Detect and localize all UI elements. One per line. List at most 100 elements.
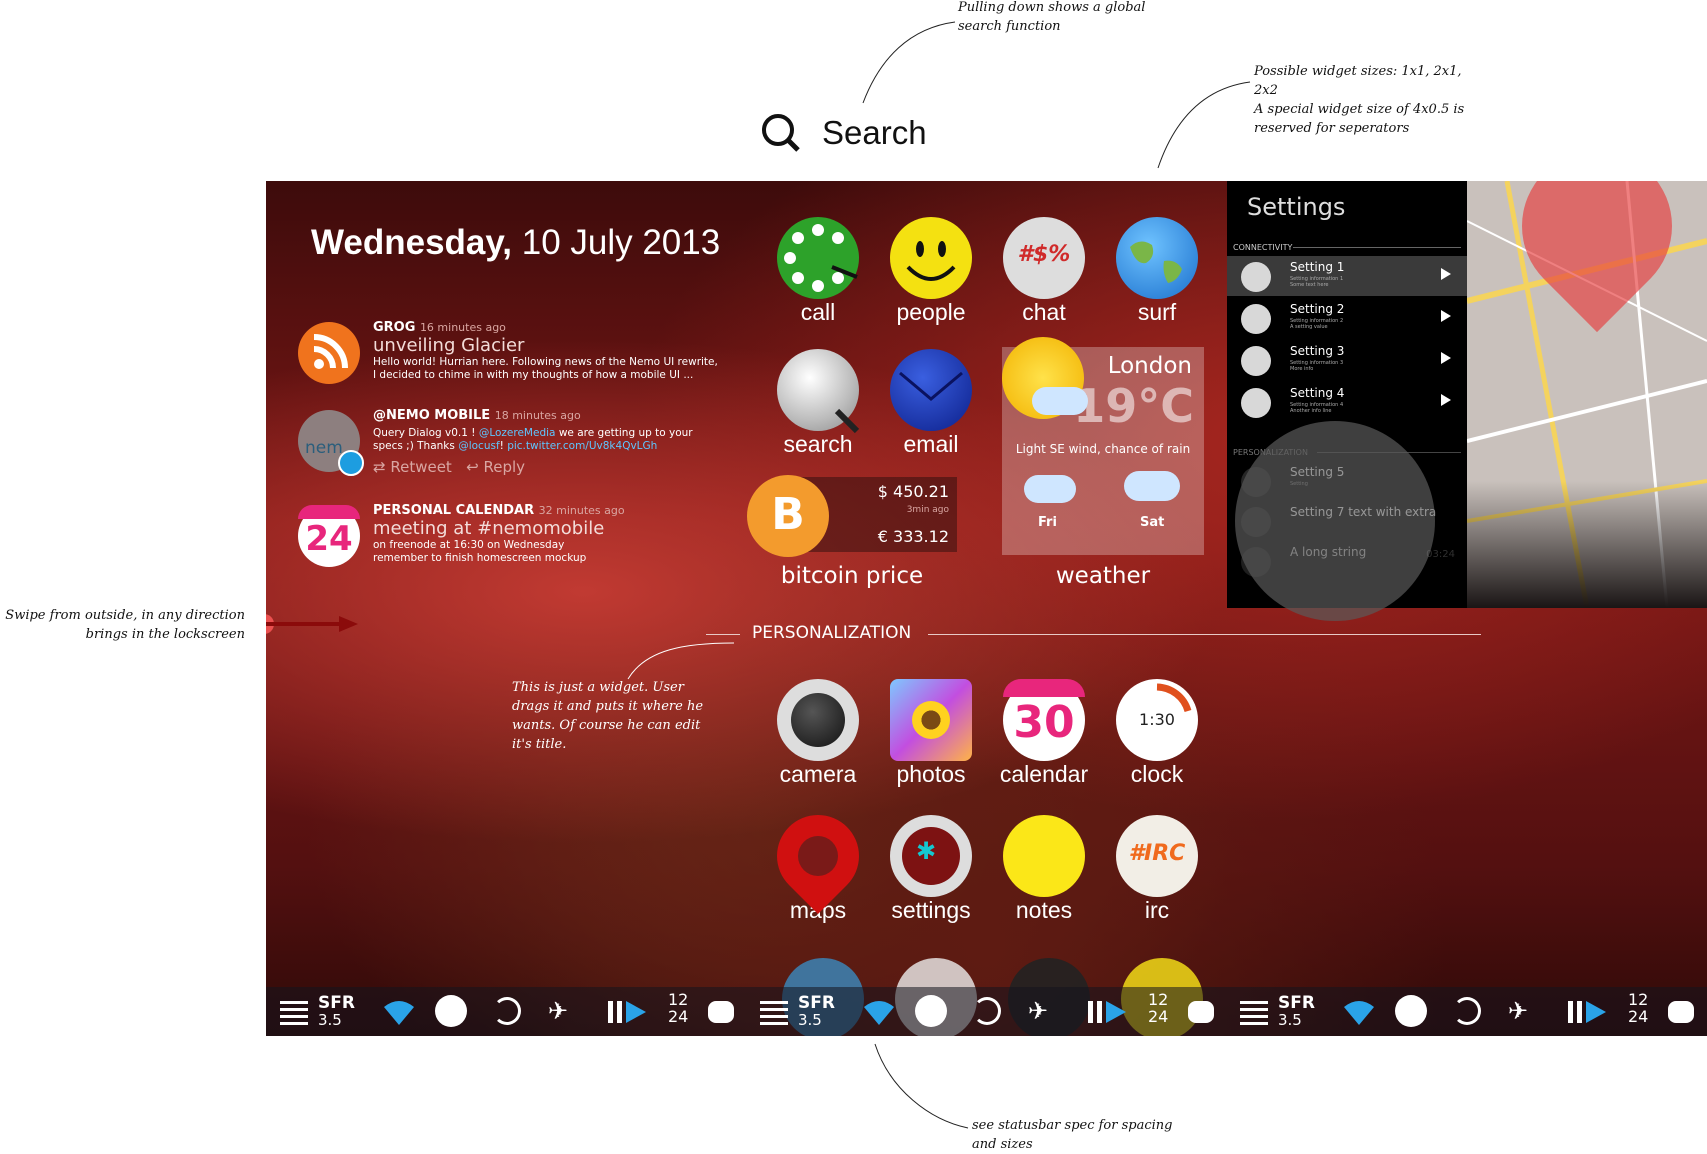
app-label: call <box>800 299 836 325</box>
app-label: chat <box>1022 299 1066 325</box>
swipe-arrow-icon <box>266 616 358 632</box>
nfc-icon[interactable] <box>973 997 1001 1025</box>
app-maps[interactable]: maps <box>760 798 876 924</box>
settings-row[interactable]: Setting 4 Setting information 4 Another in… <box>1227 382 1467 422</box>
feed-item-twitter[interactable]: nem @NEMO MOBILE 18 minutes ago Query Di… <box>298 408 718 476</box>
network-type: 3.5 <box>1278 1011 1302 1029</box>
map-widget[interactable] <box>1467 181 1707 608</box>
app-people[interactable]: people <box>876 217 986 326</box>
irc-bubble-icon: #IRC <box>1116 815 1198 897</box>
forecast-day: Fri <box>1038 515 1057 530</box>
status-bar[interactable]: SFR 3.5 ✈ 1224 SFR 3.5 ✈ 1224 SFR 3.5 <box>266 987 1707 1036</box>
envelope-icon <box>890 349 972 431</box>
mention-link[interactable]: @LozereMedia <box>479 427 556 439</box>
settings-row[interactable]: Setting 5 Setting <box>1227 461 1467 501</box>
settings-row[interactable]: Setting 2 Setting information 2A setting … <box>1227 298 1467 338</box>
statusbar-annotation-pointer <box>874 1043 969 1129</box>
feed-source: PERSONAL CALENDAR <box>373 503 535 518</box>
battery-icon[interactable] <box>1668 1001 1694 1023</box>
app-email[interactable]: email <box>876 349 986 458</box>
signal-strength-icon <box>760 999 788 1029</box>
satellite-icon[interactable]: ✈ <box>1028 997 1048 1025</box>
app-photos[interactable]: photos <box>876 679 986 788</box>
status-bar-segment: SFR 3.5 ✈ 12 24 <box>746 987 1226 1036</box>
twitter-icon <box>338 450 364 476</box>
globe-icon <box>1116 217 1198 299</box>
carrier-name: SFR <box>798 993 835 1013</box>
bluetooth-icon[interactable] <box>1395 995 1427 1027</box>
rain-cloud-icon <box>1124 471 1180 501</box>
app-settings[interactable]: ✱ settings <box>876 815 986 924</box>
app-label: photos <box>896 761 966 787</box>
feed-time: 32 minutes ago <box>538 504 625 517</box>
clock-icon: 1:30 <box>1116 679 1198 761</box>
search-icon <box>762 114 800 152</box>
pic-link[interactable]: pic.twitter.com/Uv8k4QvLGh <box>507 440 657 452</box>
app-call[interactable]: call <box>763 217 873 326</box>
mention-link[interactable]: @locusf <box>458 440 499 452</box>
carrier-name: SFR <box>1278 993 1315 1013</box>
rss-icon <box>298 322 360 384</box>
app-clock[interactable]: 1:30 clock <box>1102 679 1212 788</box>
retweet-button[interactable]: ⇄ Retweet <box>373 458 452 476</box>
app-irc[interactable]: #IRC irc <box>1102 815 1212 924</box>
app-label: irc <box>1144 897 1170 923</box>
battery-icon[interactable] <box>708 1001 734 1023</box>
nfc-icon[interactable] <box>1453 997 1481 1025</box>
date-header: Wednesday, 10 July 2013 <box>311 223 721 262</box>
app-camera[interactable]: camera <box>763 679 873 788</box>
wifi-icon[interactable] <box>1342 999 1376 1029</box>
btc-updated: 3min ago <box>906 505 949 515</box>
settings-panel: Settings CONNECTIVITY Setting 1 Setting i… <box>1227 181 1467 621</box>
satellite-icon[interactable]: ✈ <box>1508 997 1528 1025</box>
app-calendar[interactable]: 30 calendar <box>989 679 1099 788</box>
weather-label: weather <box>1055 563 1151 589</box>
media-play-icon[interactable] <box>1088 999 1128 1029</box>
satellite-icon[interactable]: ✈ <box>548 997 568 1025</box>
gear-icon: ✱ <box>890 815 972 897</box>
app-notes[interactable]: notes <box>989 815 1099 924</box>
nfc-icon[interactable] <box>493 997 521 1025</box>
sticky-note-icon <box>1003 815 1085 897</box>
media-play-icon[interactable] <box>1568 999 1608 1029</box>
app-label: calendar <box>999 761 1089 787</box>
nemo-avatar: nem <box>298 410 364 476</box>
chevron-right-icon <box>1441 352 1451 364</box>
settings-row[interactable]: Setting 3 Setting information 3 More info <box>1227 340 1467 380</box>
global-search[interactable]: Search <box>760 112 927 154</box>
settings-row[interactable]: Setting 1 Setting information 1 Some text … <box>1227 256 1467 296</box>
app-search[interactable]: search <box>763 349 873 458</box>
settings-row[interactable]: A long string 03:24 <box>1227 541 1467 581</box>
widget-sizes-annotation: Possible widget sizes: 1x1, 2x1, 2x2 A s… <box>1254 64 1465 136</box>
chevron-right-icon <box>1441 268 1451 280</box>
battery-icon[interactable] <box>1188 1001 1214 1023</box>
feed-item-rss[interactable]: GROG 16 minutes ago unveiling Glacier He… <box>298 320 718 388</box>
weather-widget[interactable]: London 19°C Light SE wind, chance of rai… <box>1002 337 1204 555</box>
bluetooth-icon[interactable] <box>435 995 467 1027</box>
camera-lens-icon <box>777 679 859 761</box>
home-screen: Wednesday, 10 July 2013 GROG 16 minutes … <box>266 181 1707 1036</box>
reply-button[interactable]: ↩ Reply <box>466 458 525 476</box>
bitcoin-widget[interactable]: B $ 450.21 3min ago € 333.12 <box>747 475 957 557</box>
media-play-icon[interactable] <box>608 999 648 1029</box>
section-title: PERSONALIZATION <box>752 623 912 643</box>
network-type: 3.5 <box>798 1011 822 1029</box>
settings-section: CONNECTIVITY <box>1233 243 1293 252</box>
app-surf[interactable]: surf <box>1102 217 1212 326</box>
bitcoin-label: bitcoin price <box>780 563 924 589</box>
settings-row[interactable]: Setting 7 text with extra <box>1227 501 1467 541</box>
network-type: 3.5 <box>318 1011 342 1029</box>
feed-item-calendar[interactable]: 24 PERSONAL CALENDAR 32 minutes ago meet… <box>298 503 718 571</box>
clock-display: 12 24 <box>668 990 689 1026</box>
btc-eur: € 333.12 <box>877 527 949 546</box>
section-separator: PERSONALIZATION <box>706 623 1481 647</box>
widget-annotation-pointer <box>1157 81 1251 169</box>
wifi-icon[interactable] <box>862 999 896 1029</box>
feed-title: unveiling Glacier <box>373 335 525 356</box>
bluetooth-icon[interactable] <box>915 995 947 1027</box>
search-annotation: Pulling down shows a global search funct… <box>958 0 1146 34</box>
app-chat[interactable]: #$% chat <box>989 217 1099 326</box>
wifi-icon[interactable] <box>382 999 416 1029</box>
feed-source: GROG <box>373 320 416 335</box>
feed-text: Hello world! Hurrian here. Following new… <box>373 356 718 381</box>
